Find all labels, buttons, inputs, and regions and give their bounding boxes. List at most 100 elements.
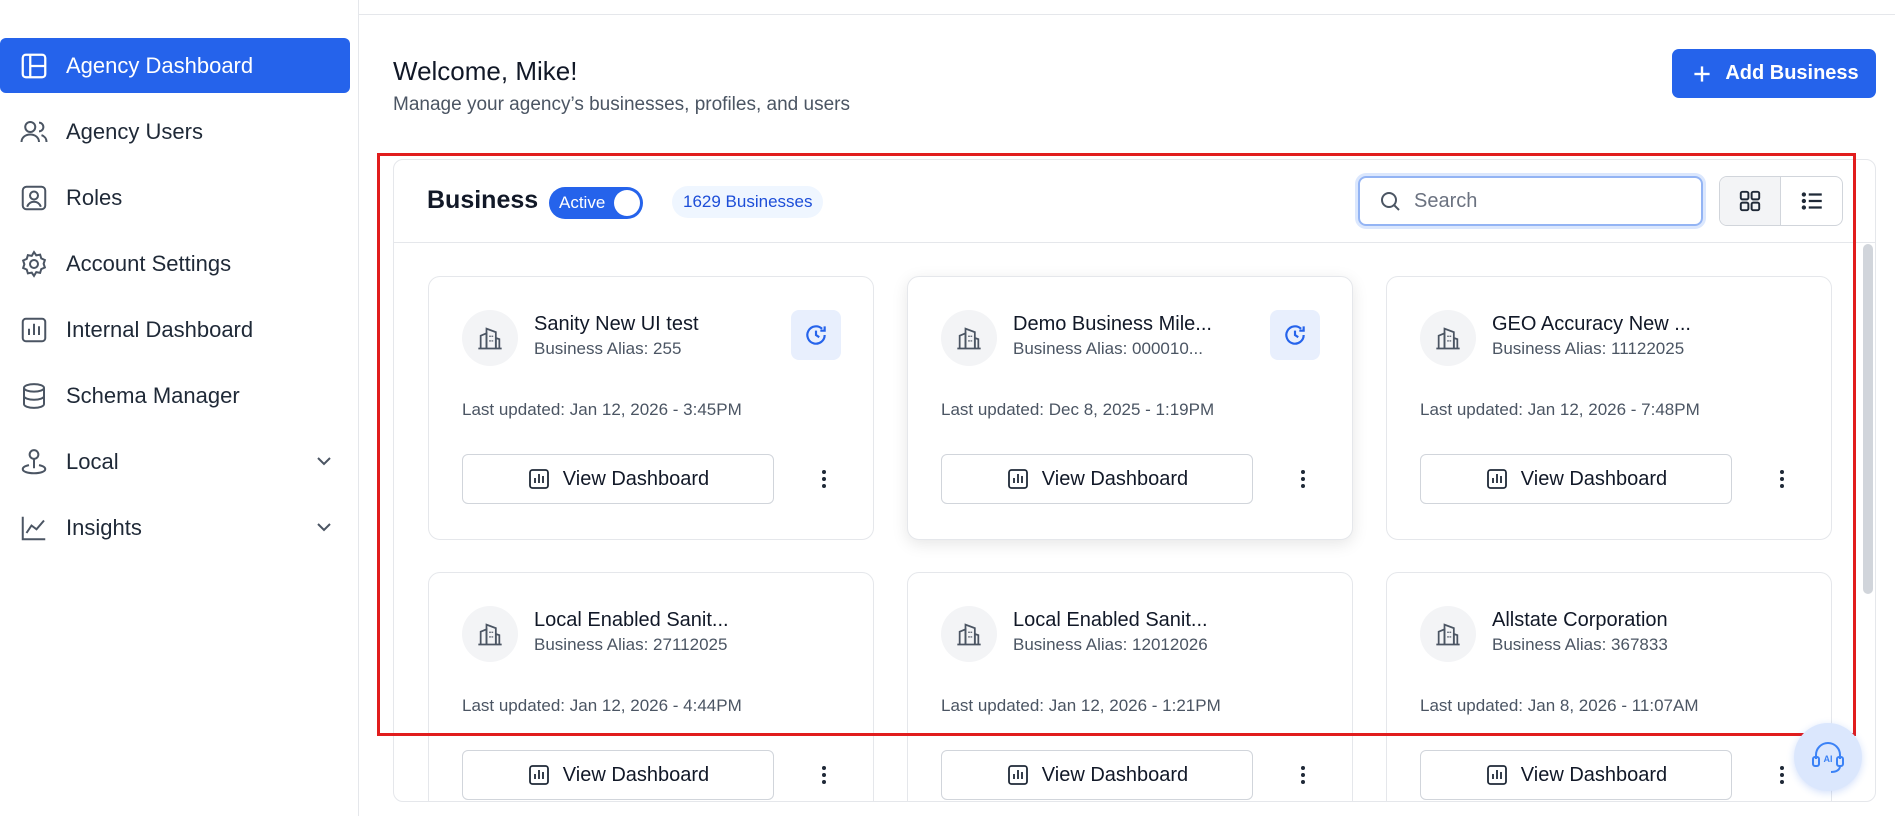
sync-button[interactable] bbox=[1270, 310, 1320, 360]
building-icon bbox=[462, 606, 518, 662]
more-options-button[interactable] bbox=[809, 464, 839, 494]
sidebar-item-label: Roles bbox=[66, 184, 123, 210]
search-box[interactable] bbox=[1358, 176, 1703, 226]
scrollbar[interactable] bbox=[1863, 244, 1873, 594]
view-dashboard-button[interactable]: View Dashboard bbox=[941, 454, 1253, 504]
last-updated: Last updated: Jan 8, 2026 - 11:07AM bbox=[1420, 696, 1699, 715]
kebab-menu-icon bbox=[822, 470, 826, 488]
view-dashboard-label: View Dashboard bbox=[1520, 467, 1668, 490]
more-options-button[interactable] bbox=[809, 760, 839, 790]
more-options-button[interactable] bbox=[1288, 760, 1318, 790]
user-badge-icon bbox=[18, 182, 50, 214]
sidebar-item-label: Local bbox=[66, 448, 119, 474]
building-icon bbox=[1420, 310, 1476, 366]
more-options-button[interactable] bbox=[1767, 464, 1797, 494]
grid-view-button[interactable] bbox=[1720, 177, 1782, 225]
ai-assistant-button[interactable]: AI bbox=[1794, 723, 1862, 791]
bar-chart-icon bbox=[18, 314, 50, 346]
sidebar-item-internal-dashboard[interactable]: Internal Dashboard bbox=[0, 302, 350, 357]
view-dashboard-button[interactable]: View Dashboard bbox=[462, 454, 774, 504]
database-icon bbox=[18, 380, 50, 412]
kebab-menu-icon bbox=[1301, 470, 1305, 488]
business-alias: Business Alias: 367833 bbox=[1492, 635, 1668, 654]
location-pin-icon bbox=[18, 446, 50, 478]
chevron-down-icon[interactable] bbox=[312, 515, 336, 539]
sidebar-item-label: Agency Users bbox=[66, 118, 203, 144]
line-chart-icon bbox=[18, 512, 50, 544]
business-name: Demo Business Mile... bbox=[1013, 313, 1212, 335]
kebab-menu-icon bbox=[1780, 470, 1784, 488]
sidebar-item-label: Insights bbox=[66, 514, 142, 540]
view-dashboard-button[interactable]: View Dashboard bbox=[941, 750, 1253, 800]
last-updated: Last updated: Jan 12, 2026 - 7:48PM bbox=[1420, 400, 1700, 419]
business-panel: Business Active 1629 Businesses Sanity N… bbox=[393, 159, 1876, 802]
sidebar-item-label: Agency Dashboard bbox=[66, 52, 254, 78]
list-view-button[interactable] bbox=[1781, 177, 1842, 225]
sidebar-item-agency-dashboard[interactable]: Agency Dashboard bbox=[0, 38, 350, 93]
add-business-label: Add Business bbox=[1725, 62, 1859, 84]
business-alias: Business Alias: 27112025 bbox=[534, 635, 728, 654]
sidebar-item-roles[interactable]: Roles bbox=[0, 170, 350, 225]
view-dashboard-label: View Dashboard bbox=[1041, 467, 1189, 490]
users-icon bbox=[18, 116, 50, 148]
view-dashboard-label: View Dashboard bbox=[1520, 763, 1668, 786]
last-updated: Last updated: Dec 8, 2025 - 1:19PM bbox=[941, 400, 1215, 419]
business-alias: Business Alias: 000010... bbox=[1013, 339, 1203, 358]
view-mode-toggle bbox=[1719, 176, 1843, 226]
bar-chart-icon bbox=[1007, 765, 1028, 785]
ai-headset-icon: AI bbox=[1812, 742, 1844, 773]
panel-title: Business bbox=[427, 186, 539, 214]
business-card: GEO Accuracy New ... Business Alias: 111… bbox=[1386, 276, 1832, 540]
business-card: Local Enabled Sanit... Business Alias: 2… bbox=[428, 572, 874, 801]
view-dashboard-button[interactable]: View Dashboard bbox=[1420, 454, 1732, 504]
building-icon bbox=[941, 310, 997, 366]
view-dashboard-label: View Dashboard bbox=[562, 763, 710, 786]
list-icon bbox=[1801, 192, 1822, 210]
bar-chart-icon bbox=[1007, 469, 1028, 489]
layout-icon bbox=[18, 50, 50, 82]
sync-button[interactable] bbox=[791, 310, 841, 360]
sidebar-item-schema-manager[interactable]: Schema Manager bbox=[0, 368, 350, 423]
panel-header: Business Active 1629 Businesses bbox=[394, 160, 1875, 243]
active-toggle[interactable]: Active bbox=[549, 187, 643, 219]
view-dashboard-button[interactable]: View Dashboard bbox=[1420, 750, 1732, 800]
sidebar-item-insights[interactable]: Insights bbox=[0, 500, 350, 555]
top-divider bbox=[359, 14, 1895, 15]
view-dashboard-label: View Dashboard bbox=[562, 467, 710, 490]
sidebar-item-label: Internal Dashboard bbox=[66, 316, 254, 342]
sidebar-item-label: Account Settings bbox=[66, 250, 232, 276]
sidebar-item-local[interactable]: Local bbox=[0, 434, 350, 489]
view-dashboard-button[interactable]: View Dashboard bbox=[462, 750, 774, 800]
business-card: Demo Business Mile... Business Alias: 00… bbox=[907, 276, 1353, 540]
kebab-menu-icon bbox=[1301, 766, 1305, 784]
building-icon bbox=[462, 310, 518, 366]
bar-chart-icon bbox=[528, 469, 549, 489]
business-card: Sanity New UI test Business Alias: 255 L… bbox=[428, 276, 874, 540]
chevron-down-icon[interactable] bbox=[312, 449, 336, 473]
business-card: Local Enabled Sanit... Business Alias: 1… bbox=[907, 572, 1353, 801]
building-icon bbox=[941, 606, 997, 662]
sidebar: Agency Dashboard Agency Users Roles Acco… bbox=[0, 0, 359, 816]
sidebar-item-label: Schema Manager bbox=[66, 382, 240, 408]
last-updated: Last updated: Jan 12, 2026 - 1:21PM bbox=[941, 696, 1221, 715]
building-icon bbox=[1420, 606, 1476, 662]
sidebar-item-agency-users[interactable]: Agency Users bbox=[0, 104, 350, 159]
page-title: Welcome, Mike! bbox=[393, 56, 578, 86]
business-name: Allstate Corporation bbox=[1492, 609, 1668, 631]
toggle-label: Active bbox=[559, 193, 606, 212]
grid-icon bbox=[1739, 190, 1761, 212]
clock-sync-icon bbox=[806, 325, 826, 345]
bar-chart-icon bbox=[1486, 469, 1507, 489]
business-name: Sanity New UI test bbox=[534, 313, 699, 335]
business-name: Local Enabled Sanit... bbox=[534, 609, 729, 631]
business-name: GEO Accuracy New ... bbox=[1492, 313, 1691, 335]
add-business-button[interactable]: Add Business bbox=[1672, 49, 1876, 98]
plus-icon bbox=[1694, 65, 1710, 82]
more-options-button[interactable] bbox=[1288, 464, 1318, 494]
toggle-knob bbox=[614, 190, 640, 216]
search-input[interactable] bbox=[1414, 189, 1674, 213]
sidebar-item-account-settings[interactable]: Account Settings bbox=[0, 236, 350, 291]
bar-chart-icon bbox=[528, 765, 549, 785]
more-options-button[interactable] bbox=[1767, 760, 1797, 790]
kebab-menu-icon bbox=[822, 766, 826, 784]
